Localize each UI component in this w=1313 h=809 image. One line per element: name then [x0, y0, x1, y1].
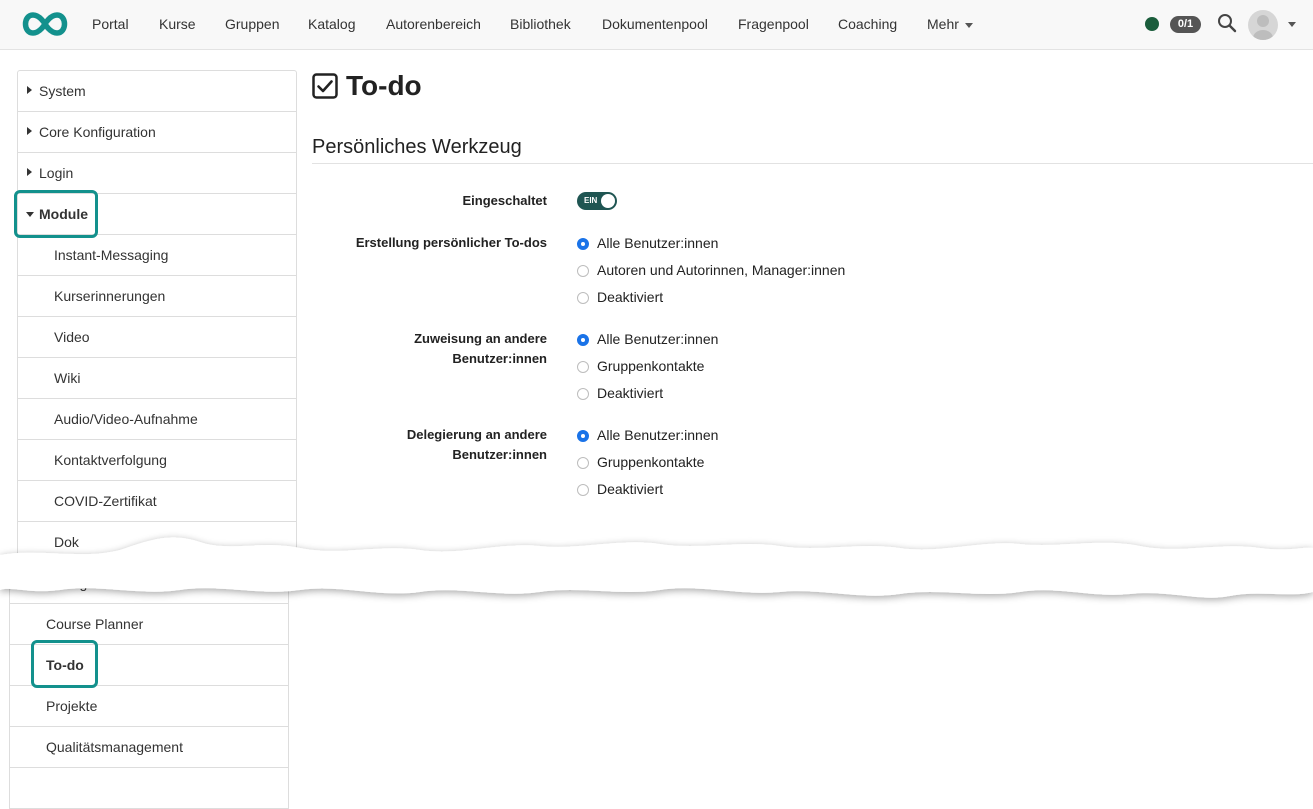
sidebar-item-label: Kontaktverfolgung	[54, 452, 167, 468]
radio-selected-icon	[577, 430, 589, 442]
radio-option-label: Autoren und Autorinnen, Manager:innen	[597, 262, 846, 278]
sidebar-item-login[interactable]: Login	[17, 153, 297, 194]
radio-selected-icon	[577, 334, 589, 346]
sidebar-item-kontaktverfolgung[interactable]: Kontaktverfolgung	[17, 440, 297, 481]
sidebar-item-label: Core Konfiguration	[39, 124, 156, 140]
sidebar-item-label: System	[39, 83, 86, 99]
nav-more-label: Mehr	[927, 16, 959, 32]
radio-option-label: Gruppenkontakte	[597, 358, 705, 374]
nav-autorenbereich[interactable]: Autorenbereich	[386, 16, 481, 32]
radio-option-label: Deaktiviert	[597, 289, 664, 305]
radio-option-label: Alle Benutzer:innen	[597, 427, 719, 443]
radio-icon	[577, 388, 589, 400]
sidebar-item-label: Audio/Video-Aufnahme	[54, 411, 198, 427]
nav-fragenpool[interactable]: Fragenpool	[738, 16, 809, 32]
nav-more-dropdown[interactable]: Mehr	[927, 16, 973, 32]
nav-bibliothek[interactable]: Bibliothek	[510, 16, 571, 32]
online-status-icon[interactable]	[1145, 17, 1159, 31]
radio-option-label: Deaktiviert	[597, 481, 664, 497]
enabled-toggle[interactable]: EIN	[577, 192, 617, 210]
sidebar-item-label: Qualitätsmanagement	[46, 739, 183, 755]
radio-icon	[577, 292, 589, 304]
search-icon[interactable]	[1217, 13, 1237, 33]
delegate-others-label: Delegierung an andere Benutzer:innen	[312, 425, 547, 465]
sidebar-item-covid-zertifikat[interactable]: COVID-Zertifikat	[17, 481, 297, 522]
sidebar-item-audio-video-aufnahme[interactable]: Audio/Video-Aufnahme	[17, 399, 297, 440]
enabled-label: Eingeschaltet	[462, 193, 547, 208]
delegate-others-label-line2: Benutzer:innen	[452, 447, 547, 462]
assign-others-label: Zuweisung an andere Benutzer:innen	[312, 329, 547, 369]
radio-selected-icon	[577, 238, 589, 250]
section-title: Persönliches Werkzeug	[312, 136, 522, 158]
avatar-chevron-down-icon[interactable]	[1288, 22, 1296, 27]
toggle-state-text: EIN	[584, 196, 598, 205]
page-title: To-do	[346, 70, 422, 101]
radio-option-label: Alle Benutzer:innen	[597, 235, 719, 251]
nav-katalog[interactable]: Katalog	[308, 16, 355, 32]
notification-badge[interactable]: 0/1	[1170, 16, 1201, 33]
sidebar-item-qualitaetsmanagement[interactable]: Qualitätsmanagement	[9, 727, 289, 768]
sidebar-item-label: Instant-Messaging	[54, 247, 169, 263]
sidebar-item-label: Kurserinnerungen	[54, 288, 166, 304]
nav-portal[interactable]: Portal	[92, 16, 129, 32]
sidebar-item-label: Login	[39, 165, 74, 181]
radio-icon	[577, 265, 589, 277]
caret-right-icon	[27, 86, 32, 94]
toggle-knob	[601, 194, 615, 208]
radio-icon	[577, 484, 589, 496]
sidebar-item-to-do[interactable]: To-do	[9, 645, 289, 686]
create-todos-label: Erstellung persönlicher To-dos	[355, 235, 547, 250]
radio-option-label: Deaktiviert	[597, 385, 664, 401]
user-avatar-icon	[1253, 15, 1273, 40]
sidebar-item-instant-messaging[interactable]: Instant-Messaging	[17, 235, 297, 276]
sidebar-item-label: COVID-Zertifikat	[54, 493, 157, 509]
radio-icon	[577, 361, 589, 373]
assign-others-label-line1: Zuweisung an andere	[414, 331, 547, 346]
nav-gruppen[interactable]: Gruppen	[225, 16, 279, 32]
sidebar-item-wiki[interactable]: Wiki	[17, 358, 297, 399]
top-navbar: Portal Kurse Gruppen Katalog Autorenbere…	[0, 0, 1313, 50]
nav-coaching[interactable]: Coaching	[838, 16, 897, 32]
radio-icon	[577, 457, 589, 469]
nav-dokumentenpool[interactable]: Dokumentenpool	[602, 16, 708, 32]
caret-down-icon	[26, 212, 34, 217]
openolat-logo-icon[interactable]	[18, 9, 72, 39]
sidebar-item-projekte[interactable]: Projekte	[9, 686, 289, 727]
caret-right-icon	[27, 127, 32, 135]
delegate-others-label-line1: Delegierung an andere	[406, 427, 547, 442]
chevron-down-icon	[964, 22, 973, 28]
sidebar-item-label: Video	[54, 329, 90, 345]
sidebar-item-label: Module	[39, 206, 88, 222]
nav-kurse[interactable]: Kurse	[159, 16, 196, 32]
torn-paper-divider	[0, 537, 1313, 598]
sidebar-item-system[interactable]: System	[17, 70, 297, 112]
sidebar-item-kurserinnerungen[interactable]: Kurserinnerungen	[17, 276, 297, 317]
section-divider	[312, 163, 1313, 164]
sidebar-item-label: Wiki	[54, 370, 81, 386]
sidebar-item-video[interactable]: Video	[17, 317, 297, 358]
sidebar-item-core-konfiguration[interactable]: Core Konfiguration	[17, 112, 297, 153]
checkbox-checked-icon	[312, 73, 338, 99]
sidebar-item-label: To-do	[46, 657, 84, 673]
caret-right-icon	[27, 168, 32, 176]
sidebar-item-label: Projekte	[46, 698, 98, 714]
user-avatar[interactable]	[1248, 10, 1278, 40]
sidebar-item-module[interactable]: Module	[17, 194, 297, 235]
sidebar-item-next[interactable]	[9, 768, 289, 809]
radio-option-label: Gruppenkontakte	[597, 454, 705, 470]
radio-option-label: Alle Benutzer:innen	[597, 331, 719, 347]
assign-others-label-line2: Benutzer:innen	[452, 351, 547, 366]
